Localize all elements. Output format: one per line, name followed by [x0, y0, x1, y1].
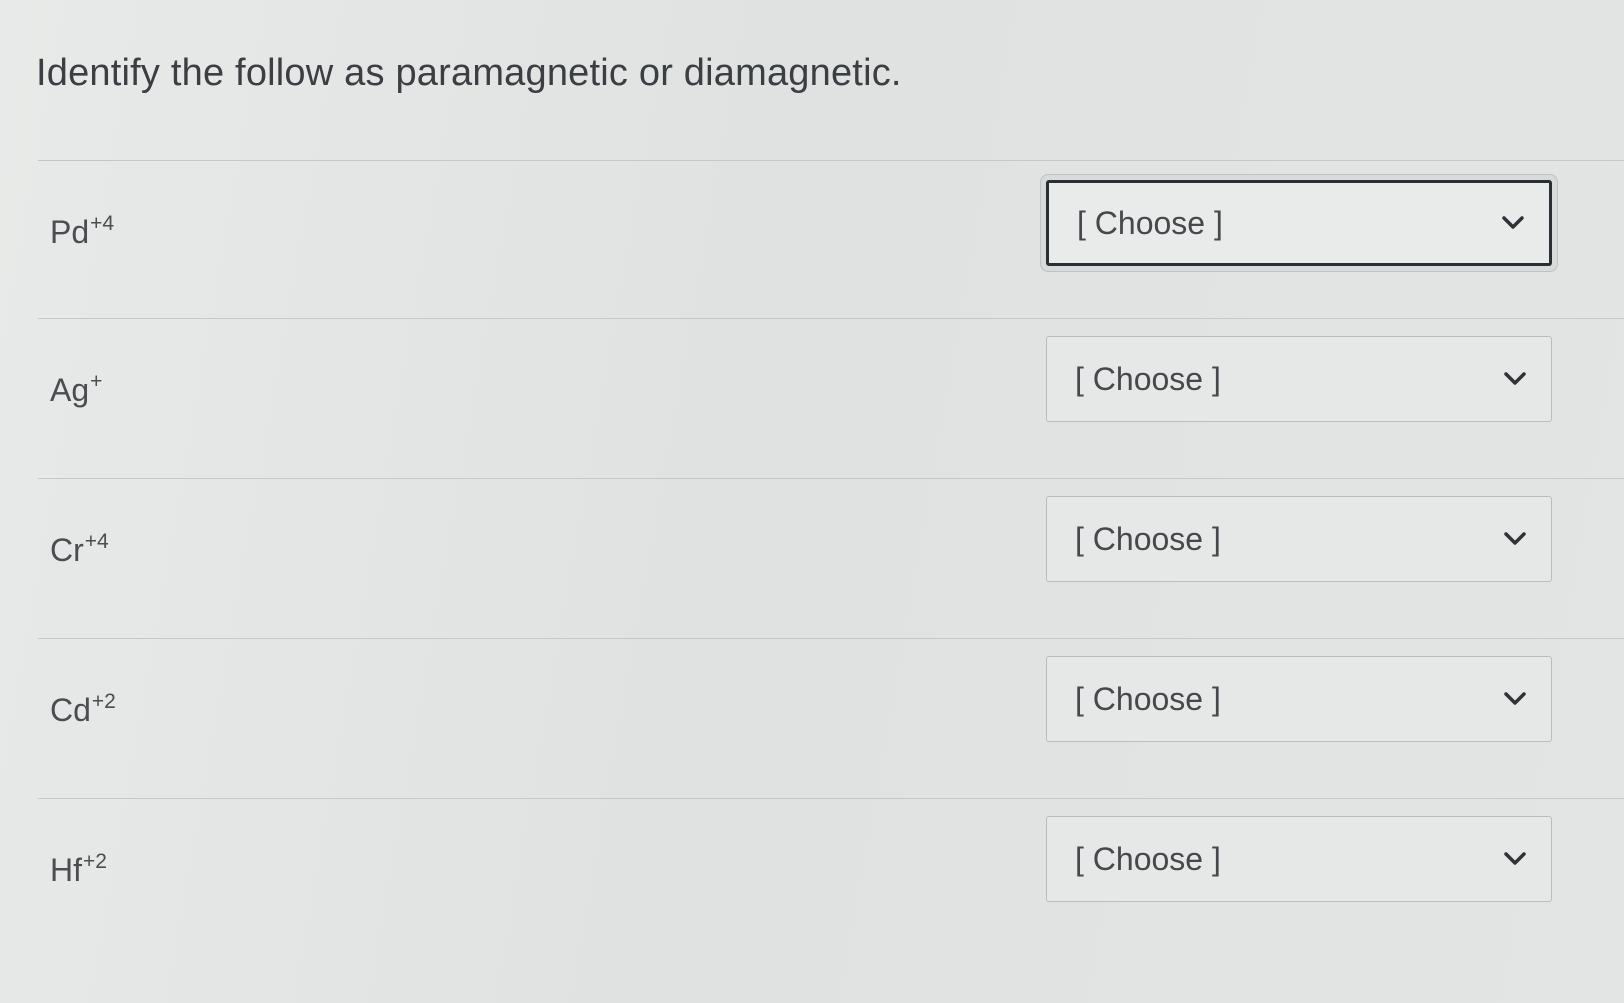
quiz-page: Identify the follow as paramagnetic or d… [0, 0, 1624, 1003]
question-prompt: Identify the follow as paramagnetic or d… [36, 52, 902, 94]
ion-label-cd: Cd+2 [50, 690, 116, 729]
row-divider [38, 478, 1624, 479]
select-value: [ Choose ] [1075, 680, 1221, 717]
ion-charge: +4 [90, 212, 115, 235]
ion-label-ag: Ag+ [50, 370, 102, 409]
ion-charge: + [90, 370, 103, 393]
ion-label-hf: Hf+2 [50, 850, 107, 889]
ion-charge: +2 [91, 690, 116, 713]
answer-select-ag[interactable]: [ Choose ] [1046, 336, 1552, 422]
chevron-down-icon [1501, 365, 1529, 393]
select-value: [ Choose ] [1075, 520, 1221, 557]
ion-charge: +4 [84, 530, 109, 553]
ion-symbol: Hf [50, 852, 82, 888]
ion-symbol: Ag [50, 372, 90, 408]
answer-select-cd[interactable]: [ Choose ] [1046, 656, 1552, 742]
select-value: [ Choose ] [1075, 840, 1221, 877]
ion-label-cr: Cr+4 [50, 530, 109, 569]
row-divider [38, 318, 1624, 319]
answer-select-pd[interactable]: [ Choose ] [1046, 180, 1552, 266]
select-value: [ Choose ] [1075, 360, 1221, 397]
chevron-down-icon [1501, 525, 1529, 553]
row-divider [38, 798, 1624, 799]
ion-symbol: Cd [50, 692, 91, 728]
chevron-down-icon [1501, 685, 1529, 713]
select-value: [ Choose ] [1077, 204, 1223, 241]
answer-select-hf[interactable]: [ Choose ] [1046, 816, 1552, 902]
ion-charge: +2 [83, 850, 107, 873]
ion-label-pd: Pd+4 [50, 212, 114, 251]
chevron-down-icon [1501, 845, 1529, 873]
ion-symbol: Pd [50, 214, 90, 250]
answer-select-cr[interactable]: [ Choose ] [1046, 496, 1552, 582]
row-divider [38, 638, 1624, 639]
chevron-down-icon [1499, 209, 1527, 237]
ion-symbol: Cr [50, 532, 84, 568]
row-divider [38, 160, 1624, 161]
